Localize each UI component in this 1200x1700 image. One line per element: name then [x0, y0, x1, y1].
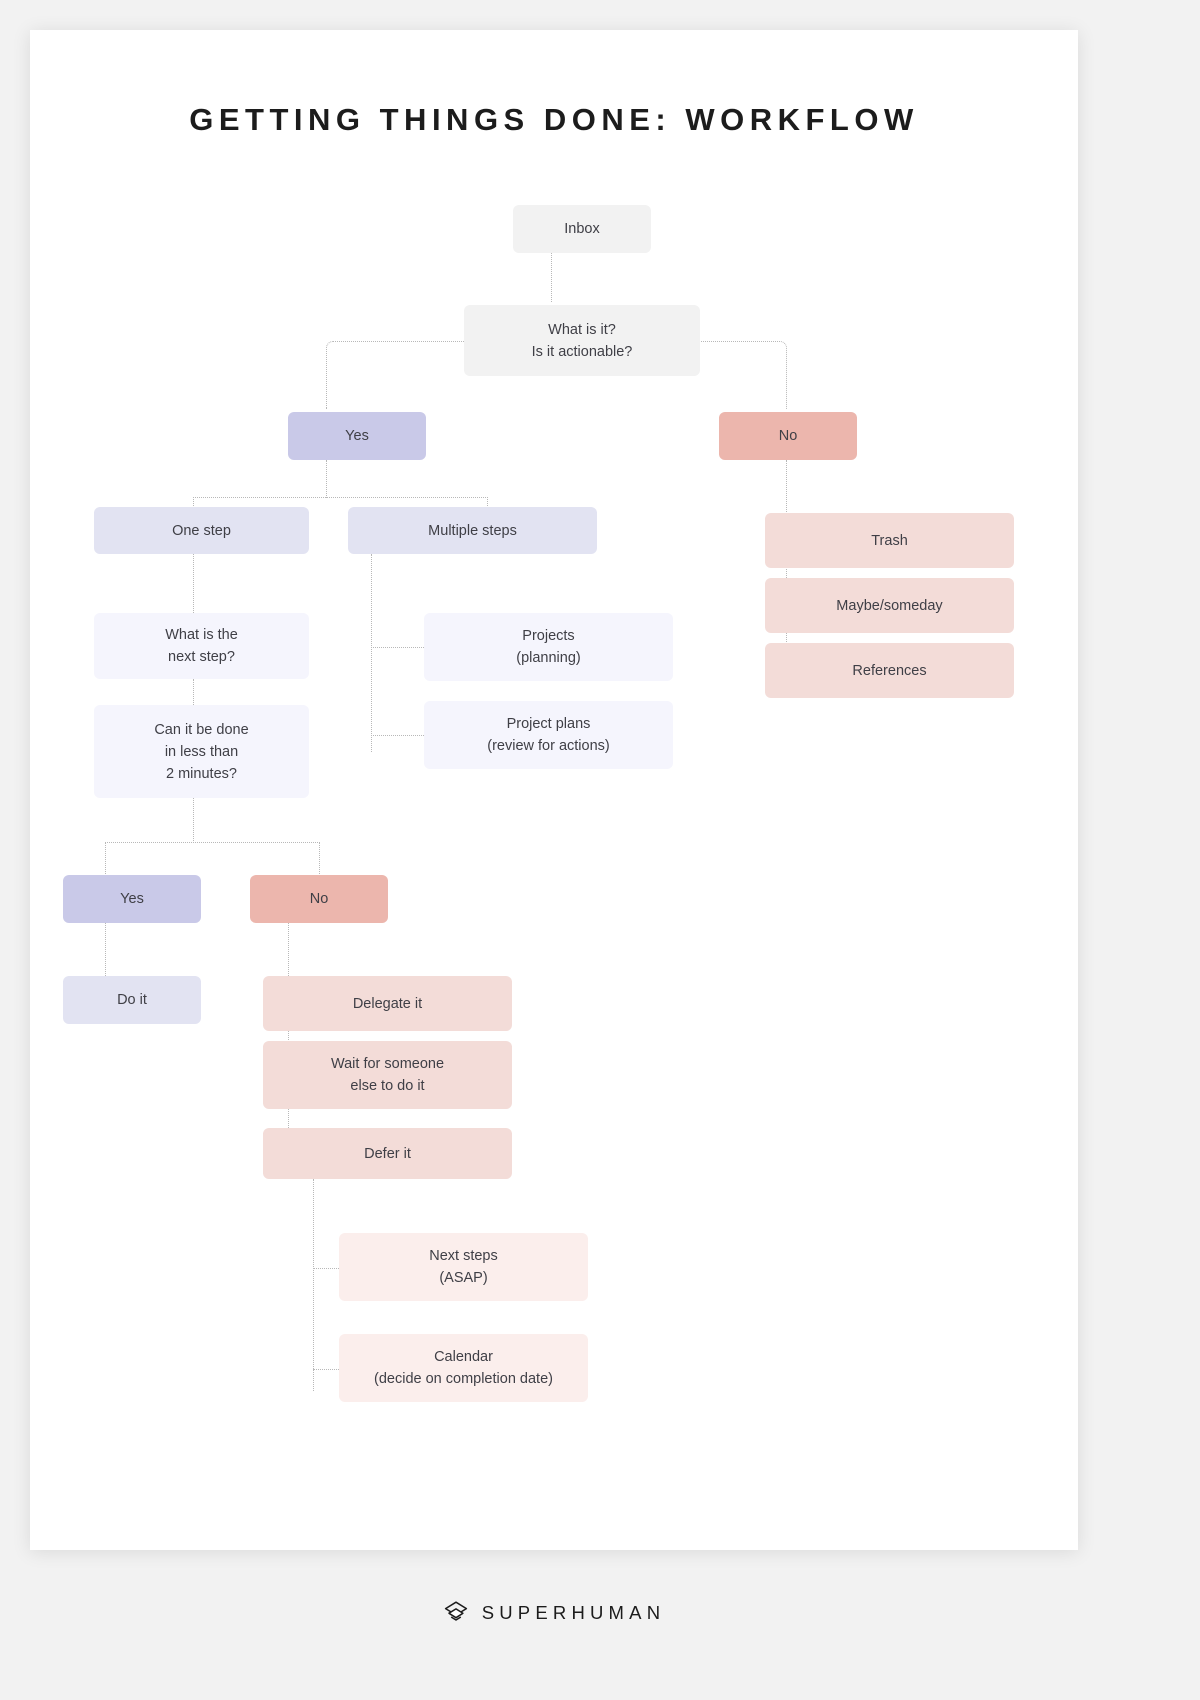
node-delegate-it[interactable]: Delegate it — [263, 976, 512, 1031]
node-two-minutes-question[interactable]: Can it be done in less than 2 minutes? — [94, 705, 309, 798]
page-title: GETTING THINGS DONE: WORKFLOW — [189, 102, 919, 137]
node-no-two-minutes[interactable]: No — [250, 875, 388, 923]
connector-next-step-q-to-two-minutes-q — [193, 679, 194, 705]
node-maybe-someday[interactable]: Maybe/someday — [765, 578, 1014, 633]
node-yes-actionable[interactable]: Yes — [288, 412, 426, 460]
poster-page: GETTING THINGS DONE: WORKFLOW Inbox What… — [0, 0, 1200, 1700]
connector-multiple-steps-stem — [371, 554, 372, 752]
brand-wordmark: SUPERHUMAN — [481, 1602, 666, 1623]
node-do-it[interactable]: Do it — [63, 976, 201, 1024]
connector-yes2-to-do-it — [105, 923, 106, 976]
node-wait-for-someone[interactable]: Wait for someone else to do it — [263, 1041, 512, 1109]
node-inbox[interactable]: Inbox — [513, 205, 651, 253]
connector-two-minutes-q-stem — [193, 798, 194, 843]
node-calendar[interactable]: Calendar (decide on completion date) — [339, 1334, 588, 1402]
connector-multiple-steps-to-project-plans — [371, 735, 424, 736]
connector-yes1-split — [193, 497, 488, 498]
connector-multiple-steps-to-projects — [371, 647, 424, 648]
connector-no2-stem — [288, 923, 289, 1156]
node-yes-two-minutes[interactable]: Yes — [63, 875, 201, 923]
brand-logo: SUPERHUMAN — [30, 1600, 1078, 1626]
node-references[interactable]: References — [765, 643, 1014, 698]
connector-yes1-stem — [326, 460, 327, 498]
poster-card: GETTING THINGS DONE: WORKFLOW Inbox What… — [30, 30, 1078, 1623]
connector-defer-it-to-calendar — [313, 1369, 339, 1370]
node-projects-planning[interactable]: Projects (planning) — [424, 613, 673, 681]
connector-inbox-to-what-is-it — [551, 252, 552, 302]
node-trash[interactable]: Trash — [765, 513, 1014, 568]
connector-defer-it-stem — [313, 1179, 314, 1391]
node-what-is-it[interactable]: What is it? Is it actionable? — [464, 305, 700, 376]
node-defer-it[interactable]: Defer it — [263, 1128, 512, 1179]
node-next-step-question[interactable]: What is the next step? — [94, 613, 309, 679]
connector-defer-it-to-next-steps — [313, 1268, 339, 1269]
connector-what-is-it-to-yes — [326, 341, 466, 409]
node-multiple-steps[interactable]: Multiple steps — [348, 507, 597, 554]
connector-one-step-to-next-step-q — [193, 554, 194, 613]
node-one-step[interactable]: One step — [94, 507, 309, 554]
node-project-plans[interactable]: Project plans (review for actions) — [424, 701, 673, 769]
connector-two-minutes-q-split — [105, 842, 320, 843]
stacked-diamonds-icon — [444, 1601, 467, 1621]
node-no-actionable[interactable]: No — [719, 412, 857, 460]
node-next-steps-asap[interactable]: Next steps (ASAP) — [339, 1233, 588, 1301]
